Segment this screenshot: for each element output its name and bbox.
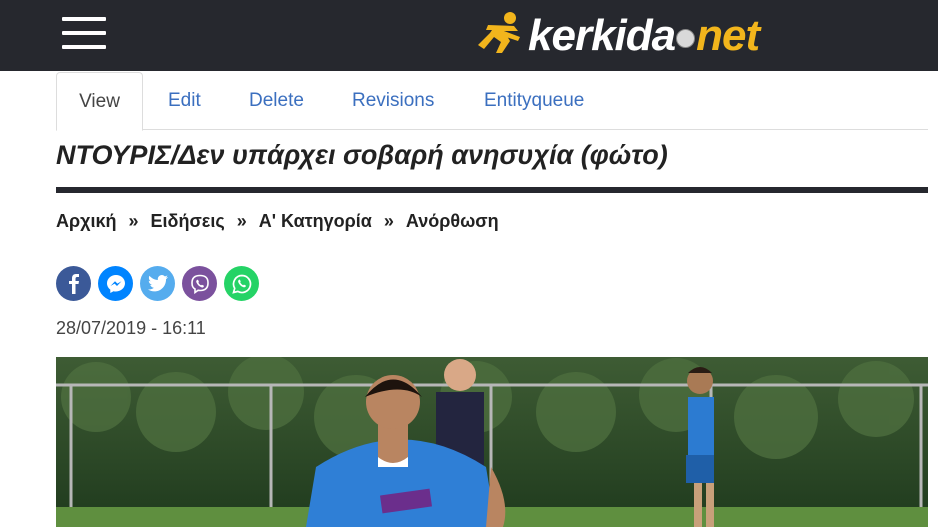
twitter-icon: [147, 275, 168, 292]
twitter-share-button[interactable]: [140, 266, 175, 301]
breadcrumb-separator: »: [383, 211, 394, 231]
hamburger-icon[interactable]: [62, 17, 106, 51]
facebook-share-button[interactable]: [56, 266, 91, 301]
site-logo[interactable]: kerkida net: [474, 6, 760, 66]
tab-edit[interactable]: Edit: [168, 72, 201, 129]
viber-share-button[interactable]: [182, 266, 217, 301]
breadcrumb-home[interactable]: Αρχική: [56, 211, 117, 232]
breadcrumb-separator: »: [128, 211, 139, 231]
ball-icon: [676, 29, 696, 48]
site-header: kerkida net: [0, 0, 938, 71]
tab-view[interactable]: View: [56, 72, 143, 131]
admin-tabs: View Edit Delete Revisions Entityqueue: [56, 72, 928, 131]
breadcrumb-separator: »: [236, 211, 247, 231]
publish-date: 28/07/2019 - 16:11: [56, 318, 206, 338]
messenger-icon: [106, 274, 125, 293]
breadcrumb-team[interactable]: Ανόρθωση: [406, 211, 499, 232]
tab-delete[interactable]: Delete: [249, 72, 304, 129]
facebook-icon: [68, 273, 79, 294]
title-divider: [56, 187, 928, 193]
logo-text-net: net: [696, 11, 760, 60]
whatsapp-share-button[interactable]: [224, 266, 259, 301]
article-photo: [56, 357, 928, 527]
breadcrumb: Αρχική » Ειδήσεις » Α' Κατηγορία » Ανόρθ…: [56, 211, 499, 232]
page-title: ΝΤΟΥΡΙΣ/Δεν υπάρχει σοβαρή ανησυχία (φώτ…: [56, 140, 668, 170]
share-buttons: [56, 266, 259, 301]
runner-logo-icon: [478, 12, 520, 53]
tab-entityqueue[interactable]: Entityqueue: [484, 72, 584, 129]
breadcrumb-category[interactable]: Α' Κατηγορία: [259, 211, 372, 232]
whatsapp-icon: [231, 274, 251, 294]
breadcrumb-news[interactable]: Ειδήσεις: [151, 211, 225, 232]
tab-revisions[interactable]: Revisions: [352, 72, 434, 129]
messenger-share-button[interactable]: [98, 266, 133, 301]
viber-icon: [190, 274, 209, 294]
logo-text-kerkida: kerkida: [528, 11, 676, 60]
